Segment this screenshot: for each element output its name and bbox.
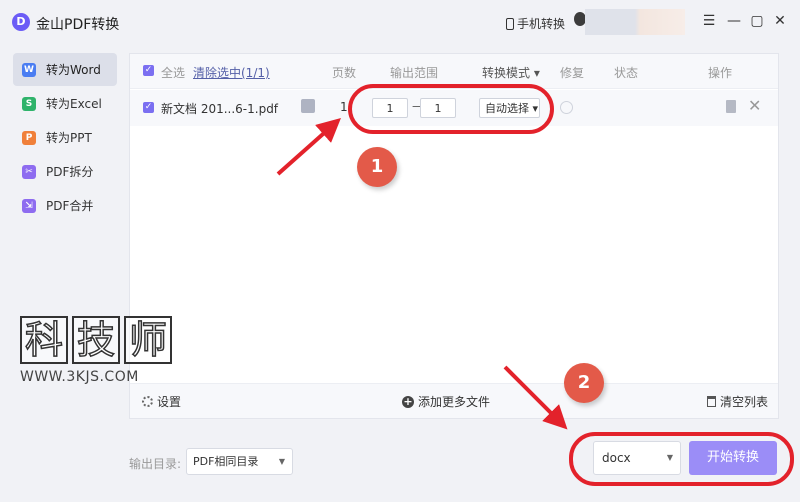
- page-count: 1: [340, 100, 348, 114]
- add-more-label: 添加更多文件: [418, 395, 491, 409]
- header-status: 状态: [614, 66, 639, 80]
- gear-icon: [142, 396, 153, 407]
- clear-list-button[interactable]: 清空列表: [707, 393, 768, 410]
- minimize-button[interactable]: —: [726, 13, 742, 29]
- chevron-down-icon: ▼: [278, 457, 285, 466]
- header-pages: 页数: [332, 66, 357, 80]
- sidebar-item-excel[interactable]: S 转为Excel: [13, 87, 117, 120]
- panel-footer: 设置 + 添加更多文件 清空列表: [130, 383, 778, 418]
- preview-image-icon[interactable]: [301, 99, 315, 113]
- app-title: 金山PDF转换: [36, 17, 120, 33]
- header-ops: 操作: [708, 66, 733, 80]
- settings-button[interactable]: 设置: [142, 393, 181, 410]
- select-all-checkbox[interactable]: ✓: [143, 65, 154, 76]
- annotation-oval-convert: [569, 432, 794, 486]
- excel-icon: S: [22, 96, 36, 111]
- split-icon: ✂: [22, 164, 36, 179]
- sidebar-item-label: 转为Excel: [46, 97, 102, 111]
- header-mode-label: 转换模式: [482, 66, 531, 80]
- remove-file-icon[interactable]: ✕: [748, 96, 761, 115]
- app-logo-icon: D: [12, 13, 30, 31]
- sidebar-item-label: PDF拆分: [46, 165, 94, 179]
- file-name: 新文档 201...6-1.pdf: [161, 102, 279, 116]
- clear-selected-link[interactable]: 清除选中(1/1): [193, 64, 270, 81]
- watermark: 科 技 师 WWW.3KJS.COM: [20, 316, 176, 385]
- merge-icon: ⇲: [22, 198, 36, 213]
- phone-icon: [506, 17, 514, 30]
- watermark-char: 技: [72, 316, 120, 364]
- sidebar-item-label: 转为Word: [46, 63, 101, 77]
- repair-check-icon[interactable]: [560, 101, 573, 114]
- watermark-char: 师: [124, 316, 172, 364]
- sidebar-item-label: PDF合并: [46, 199, 94, 213]
- select-all-label[interactable]: 全选: [161, 64, 185, 81]
- user-info-blurred[interactable]: [585, 9, 685, 35]
- maximize-button[interactable]: ▢: [749, 13, 765, 29]
- clear-list-label: 清空列表: [720, 395, 769, 409]
- trash-icon: [707, 396, 716, 407]
- sidebar-item-word[interactable]: W 转为Word: [13, 53, 117, 86]
- watermark-url: WWW.3KJS.COM: [20, 369, 139, 385]
- watermark-char: 科: [20, 316, 68, 364]
- word-icon: W: [22, 62, 36, 77]
- annotation-badge-2: 2: [564, 363, 604, 403]
- row-checkbox[interactable]: ✓: [143, 102, 154, 113]
- annotation-oval-range: [348, 84, 554, 134]
- sidebar-item-label: 转为PPT: [46, 131, 92, 145]
- sidebar-item-ppt[interactable]: P 转为PPT: [13, 121, 117, 154]
- title-bar: D 金山PDF转换 手机转换 ☰ — ▢ ✕: [0, 0, 800, 44]
- header-range: 输出范围: [390, 66, 439, 80]
- annotation-badge-1: 1: [357, 147, 397, 187]
- settings-label: 设置: [157, 395, 182, 409]
- close-button[interactable]: ✕: [772, 13, 788, 29]
- mobile-convert-label: 手机转换: [517, 17, 566, 31]
- header-mode-dropdown[interactable]: 转换模式 ▾: [482, 64, 540, 81]
- header-repair: 修复: [560, 66, 585, 80]
- mobile-convert-button[interactable]: 手机转换: [506, 15, 565, 32]
- open-file-icon[interactable]: [726, 100, 736, 113]
- output-dir-label: 输出目录:: [129, 457, 182, 471]
- sidebar-item-merge[interactable]: ⇲ PDF合并: [13, 189, 117, 222]
- plus-icon: +: [402, 394, 414, 408]
- output-dir-select[interactable]: PDF相同目录 ▼: [186, 448, 293, 475]
- output-dir-value: PDF相同目录: [193, 455, 259, 468]
- ppt-icon: P: [22, 130, 36, 145]
- add-more-files-button[interactable]: + 添加更多文件: [402, 393, 490, 410]
- sidebar-item-split[interactable]: ✂ PDF拆分: [13, 155, 117, 188]
- sidebar: W 转为Word S 转为Excel P 转为PPT ✂ PDF拆分 ⇲ PDF…: [13, 53, 117, 223]
- menu-icon[interactable]: ☰: [701, 13, 717, 29]
